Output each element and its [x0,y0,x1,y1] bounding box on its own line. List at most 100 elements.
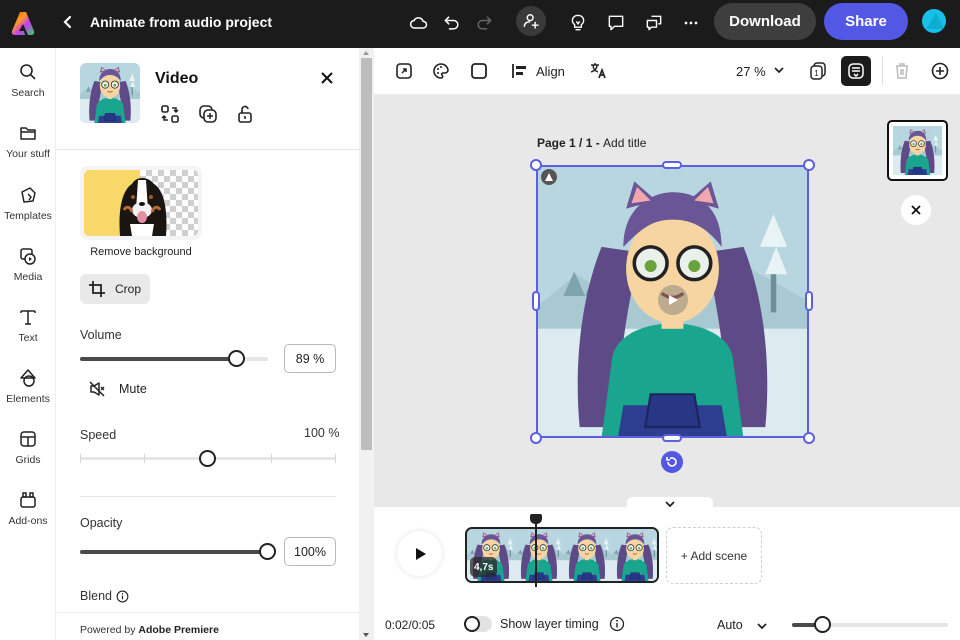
svg-text:1: 1 [814,69,819,78]
opacity-value-input[interactable]: 100% [284,537,336,566]
volume-value-input[interactable]: 89 % [284,344,336,373]
rail-item-templates[interactable]: Templates [0,185,56,239]
blend-section[interactable]: Blend [80,589,129,603]
app-logo-icon[interactable] [11,10,35,36]
translate-icon[interactable] [589,61,609,81]
rail-item-media[interactable]: Media [0,246,56,300]
resize-handle-bottom-right[interactable] [803,432,815,444]
video-play-button[interactable] [658,285,688,315]
scrollbar-thumb[interactable] [361,58,372,450]
resize-handle-right[interactable] [805,291,813,311]
duplicate-icon[interactable] [197,103,219,125]
info-icon[interactable] [609,616,625,632]
undo-icon[interactable] [439,10,465,36]
timeline-zoom-mode[interactable]: Auto [717,618,743,632]
playhead-handle[interactable] [530,514,542,524]
timeline-zoom-thumb[interactable] [814,616,831,633]
templates-icon [21,187,36,203]
opacity-slider-thumb[interactable] [259,543,276,560]
cloud-sync-icon[interactable] [406,10,432,36]
timeline-play-button[interactable] [397,531,442,576]
search-icon [20,64,36,80]
comment-icon[interactable] [603,10,629,36]
remove-background-label: Remove background [90,246,192,258]
rail-item-grids[interactable]: Grids [0,429,56,483]
page-thumbnail[interactable] [887,120,948,181]
redo-icon[interactable] [471,10,497,36]
pages-icon[interactable]: 1 [808,61,828,81]
speed-slider-thumb[interactable] [199,450,216,467]
powered-by: Powered by Adobe Premiere [80,624,219,636]
replace-media-icon[interactable] [159,103,181,125]
timeline: 4,7s + Add scene 0:02/0:05 Show layer ti… [374,507,960,640]
scroll-down-arrow[interactable] [363,633,369,637]
rail-item-elements[interactable]: Elements [0,368,56,422]
unlock-icon[interactable] [234,103,256,125]
layers-toggle-button[interactable] [841,56,871,86]
info-icon [116,590,129,602]
play-icon [669,295,678,305]
resize-handle-top[interactable] [662,161,682,169]
mute-icon [89,381,105,397]
resize-handle-left[interactable] [532,291,540,311]
resize-handle-top-right[interactable] [803,159,815,171]
add-scene-button[interactable]: + Add scene [666,527,762,584]
align-button[interactable]: Align [536,64,565,79]
scene-duration-badge: 4,7s [470,557,498,577]
resize-handle-top-left[interactable] [530,159,542,171]
volume-slider-thumb[interactable] [228,350,245,367]
rail-label: Text [18,332,38,344]
comments-panel-icon[interactable] [641,10,667,36]
color-palette-icon[interactable] [431,61,451,81]
playhead[interactable] [535,517,537,587]
lightbulb-icon[interactable] [565,10,591,36]
delete-icon[interactable] [892,61,912,81]
align-icon[interactable] [510,61,530,81]
crop-button[interactable]: Crop [80,274,150,304]
layer-timing-toggle[interactable] [464,616,492,632]
back-chevron-icon[interactable] [60,12,76,32]
media-icon [20,248,36,265]
play-icon [415,547,426,560]
rotate-button[interactable] [661,451,683,473]
divider [80,496,336,497]
opacity-label: Opacity [80,516,123,530]
panel-scrollbar[interactable] [359,48,374,640]
rail-item-search[interactable]: Search [0,62,56,116]
user-avatar[interactable] [922,9,946,33]
close-pages-button[interactable] [901,195,931,225]
rail-item-your-stuff[interactable]: Your stuff [0,123,56,177]
speed-value: 100 % [304,426,340,440]
speed-slider[interactable] [80,450,336,467]
layer-timing-label: Show layer timing [500,617,599,631]
crop-label: Crop [115,282,142,296]
rail-item-text[interactable]: Text [0,307,56,361]
rail-label: Elements [6,393,50,405]
invite-user-icon [523,14,539,29]
chevron-down-icon[interactable] [756,619,768,631]
project-title[interactable]: Animate from audio project [90,14,272,30]
remove-background-button[interactable] [80,166,202,240]
warning-icon[interactable] [541,169,557,185]
add-icon[interactable] [930,61,950,81]
rail-label: Grids [15,454,41,466]
page-title-input[interactable]: Add title [603,136,646,150]
invite-user-button[interactable] [516,6,546,36]
resize-handle-bottom[interactable] [662,434,682,442]
more-icon[interactable] [678,10,704,36]
mute-button[interactable]: Mute [88,380,147,398]
volume-slider[interactable] [80,350,268,367]
scroll-up-arrow[interactable] [363,51,369,55]
zoom-level[interactable]: 27 % [736,64,766,79]
resize-handle-bottom-left[interactable] [530,432,542,444]
rail-item-add-ons[interactable]: Add-ons [0,490,56,544]
layers-icon [848,63,864,79]
download-button[interactable]: Download [714,3,816,40]
opacity-slider[interactable] [80,543,276,560]
share-button[interactable]: Share [824,3,908,40]
shape-border-icon[interactable] [469,61,489,81]
animate-icon[interactable] [394,61,414,81]
zoom-dropdown-chevron-icon[interactable] [772,63,786,77]
timeline-zoom-slider[interactable] [792,616,948,633]
close-panel-icon[interactable] [319,70,335,86]
